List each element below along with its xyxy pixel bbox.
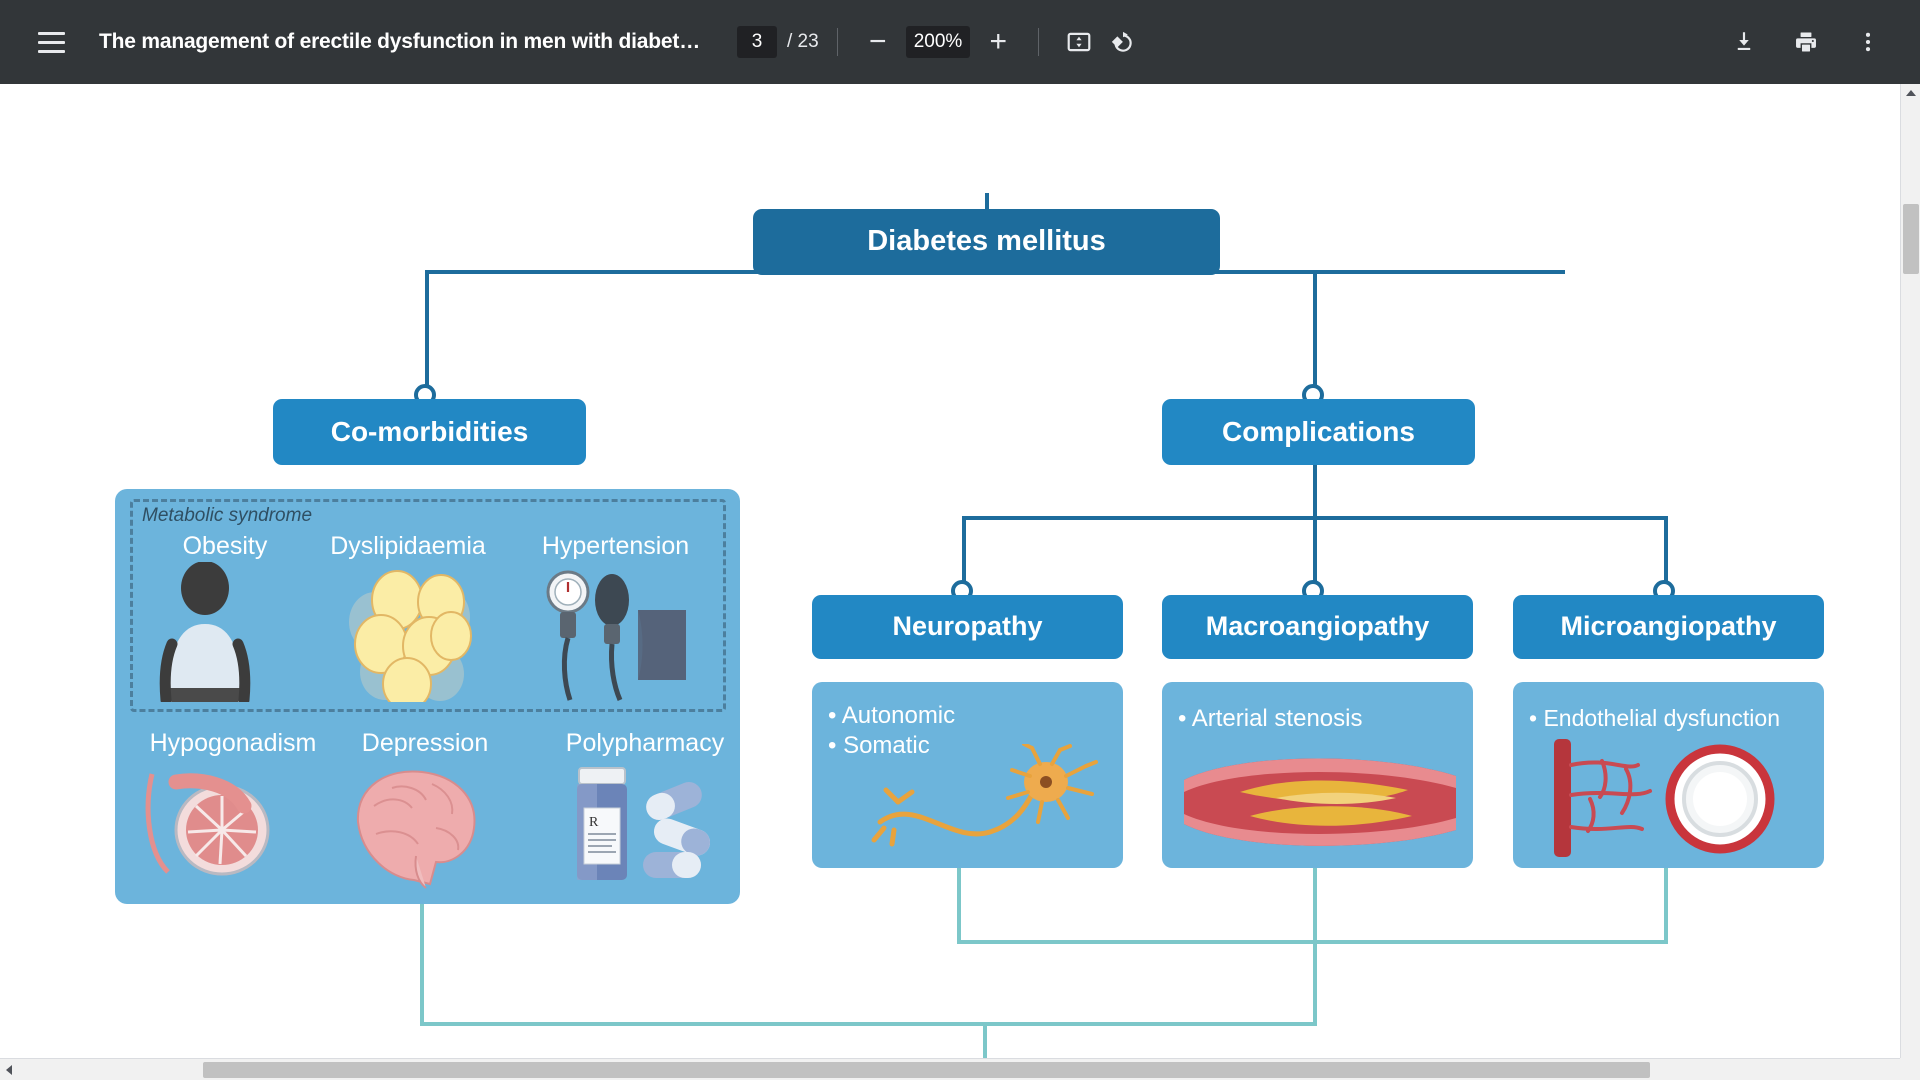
blood-pressure-cuff-icon xyxy=(546,570,686,701)
comorbidity-label-polypharmacy: Polypharmacy xyxy=(565,729,725,757)
obese-person-icon xyxy=(159,562,251,702)
pdf-page-viewport[interactable]: Diabetes mellitus Co-morbidities Metabol… xyxy=(0,84,1900,1058)
hamburger-menu-icon[interactable] xyxy=(27,18,75,66)
fit-to-page-icon[interactable] xyxy=(1057,20,1101,64)
neuron-icon xyxy=(871,744,1098,847)
connector-comorbidities-down xyxy=(420,896,424,1026)
menu-bar-1 xyxy=(37,31,65,35)
rotate-icon[interactable] xyxy=(1101,20,1145,64)
neuropathy-bullet-1: • Autonomic xyxy=(828,702,956,729)
connector-to-outcome xyxy=(983,1022,987,1058)
comorbidity-label-dyslipidaemia: Dyslipidaemia xyxy=(330,532,486,560)
connector-bottom-horizontal xyxy=(420,1022,1317,1026)
comorbidity-label-depression: Depression xyxy=(361,729,489,757)
connector-neuropathy-down xyxy=(957,866,961,944)
comorbidity-label-obesity: Obesity xyxy=(182,532,268,560)
connector-macro-down xyxy=(1313,866,1317,944)
zoom-in-button[interactable]: + xyxy=(976,20,1020,64)
fat-cells-icon xyxy=(349,570,472,702)
node-neuropathy-label: Neuropathy xyxy=(892,611,1043,642)
connector-merge-down xyxy=(1313,940,1317,1026)
toolbar-divider-1 xyxy=(836,28,838,56)
horizontal-scrollbar-thumb[interactable] xyxy=(203,1062,1650,1078)
horizontal-scrollbar[interactable] xyxy=(0,1058,1900,1080)
node-macroangiopathy[interactable]: Macroangiopathy xyxy=(1162,595,1473,659)
node-diabetes-mellitus[interactable]: Diabetes mellitus xyxy=(753,209,1220,275)
vertical-scrollbar-thumb[interactable] xyxy=(1903,204,1919,274)
scroll-up-arrow-icon[interactable] xyxy=(1905,90,1916,96)
node-neuropathy[interactable]: Neuropathy xyxy=(812,595,1123,659)
page-number-input[interactable] xyxy=(737,26,777,58)
connector-to-complications xyxy=(1313,270,1317,400)
node-complications-label: Complications xyxy=(1222,415,1415,447)
node-co-morbidities[interactable]: Co-morbidities xyxy=(273,399,586,465)
connector-to-comorbidities xyxy=(425,270,429,400)
toolbar-right-actions xyxy=(1722,20,1890,64)
pdf-page-content: Diabetes mellitus Co-morbidities Metabol… xyxy=(0,84,1900,1058)
brain-icon xyxy=(356,770,476,889)
print-icon[interactable] xyxy=(1784,20,1828,64)
page-navigation: / 23 xyxy=(737,26,819,58)
document-title: The management of erectile dysfunction i… xyxy=(99,30,709,53)
more-options-icon[interactable] xyxy=(1846,20,1890,64)
stenosed-artery-icon xyxy=(1184,758,1456,846)
comorbidity-label-hypertension: Hypertension xyxy=(541,532,690,560)
macroangiopathy-bullet-1: • Arterial stenosis xyxy=(1178,705,1363,732)
scroll-left-arrow-icon[interactable] xyxy=(6,1064,12,1075)
node-microangiopathy-label: Microangiopathy xyxy=(1560,611,1777,642)
zoom-out-button[interactable]: − xyxy=(856,20,900,64)
pill-bottle-icon: R xyxy=(577,767,711,880)
node-co-morbidities-label: Co-morbidities xyxy=(330,415,529,447)
node-complications[interactable]: Complications xyxy=(1162,399,1475,465)
pdf-viewer-toolbar: The management of erectile dysfunction i… xyxy=(0,0,1920,84)
metabolic-syndrome-label: Metabolic syndrome xyxy=(142,505,313,526)
node-microangiopathy[interactable]: Microangiopathy xyxy=(1513,595,1824,659)
testis-icon xyxy=(145,773,270,876)
menu-bar-2 xyxy=(37,40,65,44)
connector-micro-down xyxy=(1664,866,1668,944)
comorbidity-label-hypogonadism: Hypogonadism xyxy=(149,729,317,757)
node-macroangiopathy-label: Macroangiopathy xyxy=(1205,611,1430,642)
scrollbar-corner xyxy=(1900,1058,1920,1080)
vertical-scrollbar[interactable] xyxy=(1900,84,1920,1058)
page-total-label: / 23 xyxy=(787,31,819,52)
zoom-controls: − 200% + xyxy=(856,20,1021,64)
endothelium-vessel-icon xyxy=(1554,739,1775,857)
download-icon[interactable] xyxy=(1722,20,1766,64)
svg-text:R: R xyxy=(589,815,599,830)
zoom-level-display[interactable]: 200% xyxy=(905,26,971,58)
node-diabetes-mellitus-label: Diabetes mellitus xyxy=(867,225,1106,258)
microangiopathy-bullet-1: • Endothelial dysfunction xyxy=(1529,705,1780,731)
toolbar-divider-2 xyxy=(1038,28,1040,56)
menu-bar-3 xyxy=(37,49,65,53)
